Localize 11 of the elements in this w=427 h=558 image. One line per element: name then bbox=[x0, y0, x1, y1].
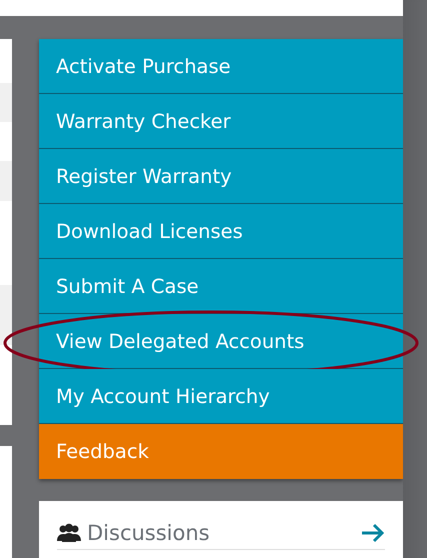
menu-item[interactable]: Download Licenses bbox=[39, 204, 403, 259]
feedback-link[interactable]: Feedback bbox=[39, 424, 403, 479]
discussions-title: Discussions bbox=[87, 521, 211, 545]
menu-item[interactable]: Activate Purchase bbox=[39, 39, 403, 94]
menu-item[interactable]: Submit A Case bbox=[39, 259, 403, 314]
menu-item[interactable]: Register Warranty bbox=[39, 149, 403, 204]
people-icon bbox=[57, 523, 81, 543]
menu-item[interactable]: View Delegated Accounts bbox=[39, 314, 403, 369]
menu-item[interactable]: My Account Hierarchy bbox=[39, 369, 403, 424]
menu-item[interactable]: Warranty Checker bbox=[39, 94, 403, 149]
arrow-right-icon[interactable] bbox=[361, 523, 385, 543]
